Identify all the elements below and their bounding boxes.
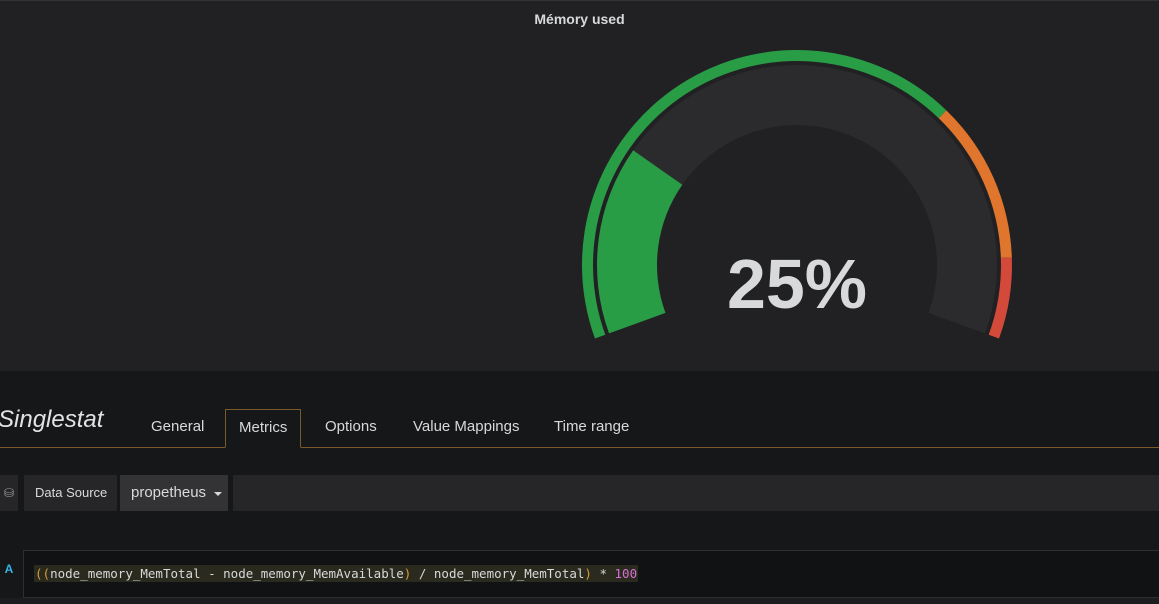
datasource-selected: propetheus	[131, 484, 207, 501]
datasource-row-filler	[233, 475, 1159, 511]
tab-value-mappings[interactable]: Value Mappings	[400, 409, 532, 445]
query-expr-part1: node_memory_MemTotal - node_memory_MemAv…	[50, 566, 404, 581]
tab-options[interactable]: Options	[312, 409, 390, 445]
query-open-parens: ((	[35, 566, 51, 581]
query-number: 100	[614, 566, 638, 581]
gauge: 25%	[582, 49, 1012, 339]
datasource-row: ⛁ Data Source propetheus	[0, 475, 1159, 512]
gauge-value-text: 25%	[727, 245, 867, 323]
tab-time-range[interactable]: Time range	[541, 409, 642, 445]
panel-editor-header: Singlestat General Metrics Options Value…	[0, 371, 1159, 448]
caret-down-icon	[214, 492, 222, 496]
bottom-strip	[0, 598, 1159, 604]
query-operator: *	[591, 566, 615, 581]
query-row: A ((node_memory_MemTotal - node_memory_M…	[0, 550, 1159, 598]
tab-metrics[interactable]: Metrics	[225, 409, 302, 448]
query-close-paren-2: )	[584, 566, 592, 581]
query-editor[interactable]: ((node_memory_MemTotal - node_memory_Mem…	[23, 550, 1159, 598]
query-expression[interactable]: ((node_memory_MemTotal - node_memory_Mem…	[34, 565, 639, 582]
tab-general[interactable]: General	[138, 409, 217, 445]
datasource-select[interactable]: propetheus	[120, 475, 228, 511]
database-icon: ⛁	[0, 475, 18, 511]
query-ref-id[interactable]: A	[0, 550, 18, 598]
editor-title: Singlestat	[0, 406, 104, 433]
datasource-label: Data Source	[24, 475, 117, 511]
query-expr-part2: / node_memory_MemTotal	[411, 566, 585, 581]
singlestat-panel: Mémory used 25%	[0, 0, 1159, 372]
